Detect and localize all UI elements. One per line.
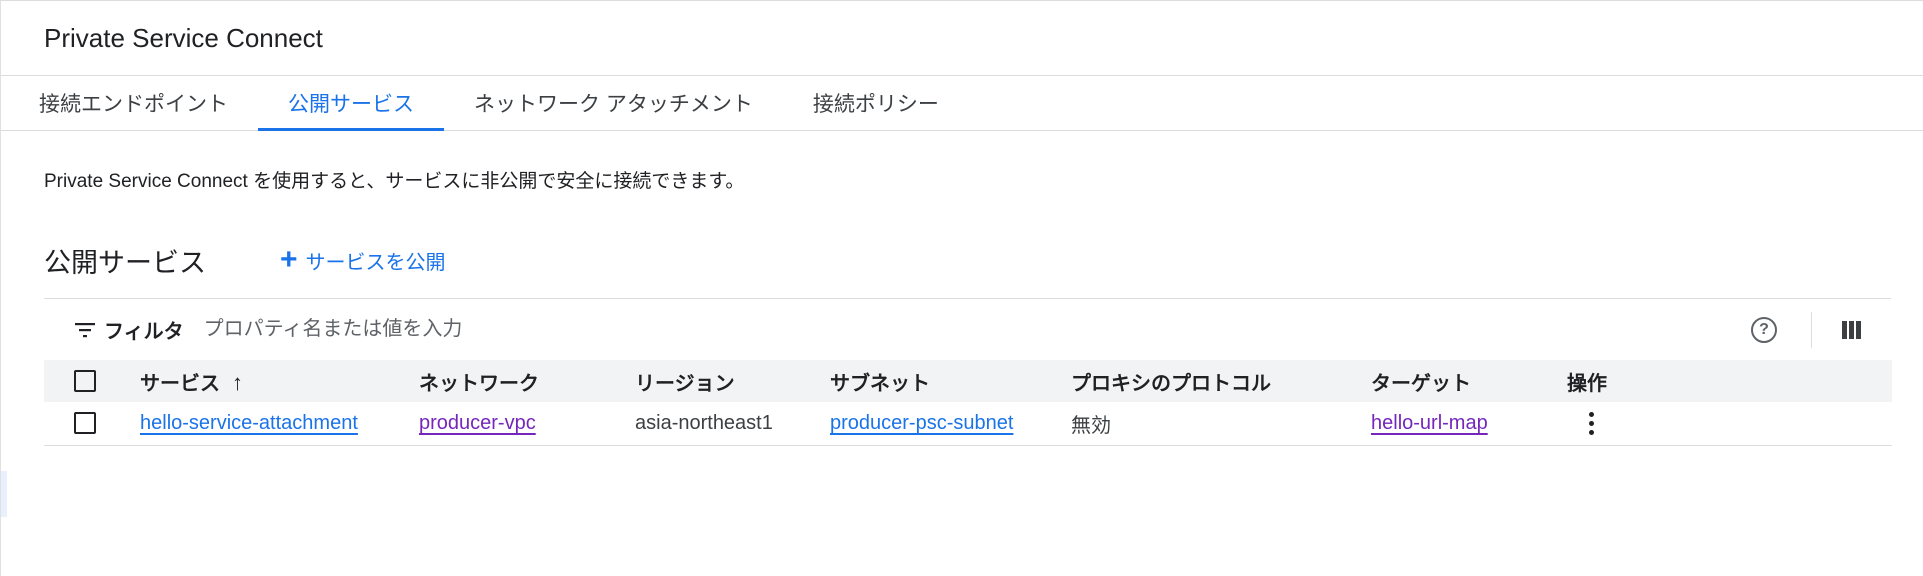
publish-service-label: サービスを公開 — [305, 251, 446, 274]
column-header-proxy-protocol[interactable]: プロキシのプロトコル — [1071, 360, 1371, 402]
cell-region: asia-northeast1 — [635, 411, 773, 434]
service-link[interactable]: hello-service-attachment — [140, 412, 358, 434]
cell-subnet: producer-psc-subnet — [830, 402, 1071, 445]
filter-input[interactable] — [201, 317, 702, 342]
column-display-icon[interactable] — [1842, 321, 1861, 339]
more-vert-icon[interactable] — [1581, 411, 1601, 435]
row-checkbox[interactable] — [74, 412, 96, 435]
column-header-subnet[interactable]: サブネット — [830, 360, 1071, 402]
publish-service-button[interactable]: + サービスを公開 — [280, 243, 446, 276]
column-header-region[interactable]: リージョン — [635, 360, 830, 402]
arrow-up-icon[interactable]: ↑ — [232, 370, 243, 396]
plus-icon: + — [280, 243, 298, 276]
section-title: 公開サービス — [44, 247, 206, 278]
row-checkbox-cell — [44, 402, 140, 445]
column-header-service-label: サービス — [140, 372, 220, 395]
section-header: 公開サービス + サービスを公開 — [44, 240, 1891, 280]
cell-network: producer-vpc — [419, 402, 635, 445]
column-header-network[interactable]: ネットワーク — [419, 360, 635, 402]
filter-button[interactable]: フィルタ — [74, 315, 184, 344]
cell-actions — [1567, 402, 1892, 445]
table-header-row: サービス ↑ ネットワーク リージョン サブネット プロキシのプロトコル ターゲッ… — [44, 360, 1892, 402]
column-header-service[interactable]: サービス ↑ — [140, 360, 419, 402]
filter-icon — [75, 322, 95, 337]
page: Private Service Connect 接続エンドポイント 公開サービス… — [0, 0, 1923, 576]
select-all-checkbox[interactable] — [74, 370, 96, 392]
filter-tools: ? — [1751, 299, 1861, 361]
cell-service: hello-service-attachment — [140, 402, 419, 445]
filter-label: フィルタ — [104, 321, 184, 343]
tab-network-attachments[interactable]: ネットワーク アタッチメント — [444, 76, 783, 130]
help-icon[interactable]: ? — [1751, 317, 1777, 343]
tab-published-services[interactable]: 公開サービス — [258, 76, 444, 131]
tab-connection-policies[interactable]: 接続ポリシー — [783, 76, 969, 130]
page-title: Private Service Connect — [44, 22, 323, 53]
cell-proxy-protocol: 無効 — [1071, 414, 1111, 437]
row-highlight-stripe — [1, 471, 7, 517]
column-header-target[interactable]: ターゲット — [1371, 360, 1567, 402]
toolbar-divider — [1811, 312, 1812, 348]
header-checkbox-cell — [44, 360, 140, 402]
main-content: Private Service Connect を使用すると、サービスに非公開で… — [1, 167, 1923, 446]
network-link[interactable]: producer-vpc — [419, 412, 536, 434]
page-description: Private Service Connect を使用すると、サービスに非公開で… — [44, 171, 745, 192]
target-link[interactable]: hello-url-map — [1371, 412, 1488, 434]
tab-connected-endpoints[interactable]: 接続エンドポイント — [9, 76, 258, 130]
tab-bar: 接続エンドポイント 公開サービス ネットワーク アタッチメント 接続ポリシー — [1, 76, 1923, 131]
services-table: サービス ↑ ネットワーク リージョン サブネット プロキシのプロトコル ターゲッ… — [44, 360, 1892, 446]
table-row: hello-service-attachment producer-vpc as… — [44, 402, 1892, 445]
subnet-link[interactable]: producer-psc-subnet — [830, 412, 1013, 434]
cell-target: hello-url-map — [1371, 402, 1567, 445]
page-header: Private Service Connect — [1, 1, 1923, 76]
filter-bar: フィルタ ? — [44, 298, 1891, 360]
column-header-actions: 操作 — [1567, 372, 1607, 395]
